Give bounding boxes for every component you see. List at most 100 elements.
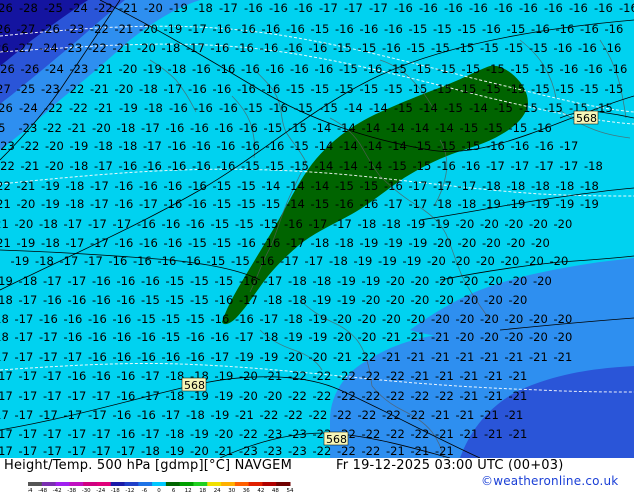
product-title: Height/Temp. 500 hPa [gdmp][°C] NAVGEM [4,458,293,473]
color-scale-swatch [138,482,153,486]
temperature-label: -16 [482,22,501,36]
temperature-label: -20 [427,254,446,268]
temperature-label: -19 [260,350,279,364]
temperature-label: -15 [360,179,379,193]
temperature-label: -17 [92,389,111,403]
temperature-label: -21 [460,369,479,383]
temperature-label: -23 [70,62,89,76]
temperature-label: -20 [456,330,475,344]
temperature-label: -18 [166,427,185,441]
temperature-label: -15 [409,82,428,96]
temperature-label: -16 [262,82,281,96]
valid-time: Fr 19-12-2025 03:00 UTC (00+03) [336,458,564,473]
temperature-label: -19 [0,274,13,288]
temperature-label: -14 [262,179,281,193]
temperature-label: -15 [188,236,207,250]
temperature-label: -20 [458,236,477,250]
temperature-label: -20 [480,330,499,344]
temperature-label: -23 [0,139,15,153]
temperature-label: -18 [70,159,89,173]
temperature-label: -15 [458,22,477,36]
temperature-label: -15 [484,121,503,135]
temperature-label: -18 [39,217,58,231]
temperature-label: -20 [460,293,479,307]
temperature-label: -19 [166,444,185,458]
temperature-label: -20 [139,22,158,36]
temperature-label: -17 [239,293,258,307]
temperature-label: -16 [117,293,136,307]
temperature-label: -17 [90,179,109,193]
temperature-label: -17 [344,1,363,15]
temperature-label: -18 [119,139,138,153]
temperature-label: -19 [580,197,599,211]
temperature-label: -15 [388,159,407,173]
temperature-label: -21 [480,408,499,422]
color-scale-swatch [83,482,98,486]
temperature-label: -17 [66,236,85,250]
temperature-label: -16 [117,369,136,383]
temperature-label: -23 [264,427,283,441]
temperature-label: -28 [19,1,38,15]
temperature-label: -22 [313,389,332,403]
temperature-label: -17 [305,254,324,268]
temperature-label: -20 [382,312,401,326]
temperature-label: -21 [431,350,450,364]
temperature-label: -20 [333,312,352,326]
temperature-label: -15 [462,139,481,153]
temperature-label: -15 [505,41,524,55]
temperature-label: -17 [264,274,283,288]
temperature-label: -15 [482,82,501,96]
temperature-label: -17 [19,427,38,441]
temperature-label: -19 [409,236,428,250]
temperature-label: -21 [484,369,503,383]
color-scale-swatch [179,482,194,486]
temperature-label: -20 [501,254,520,268]
temperature-label: -21 [456,350,475,364]
temperature-label: -20 [190,444,209,458]
temperature-label: -14 [364,159,383,173]
temperature-label: -17 [92,444,111,458]
temperature-label: -21 [17,179,36,193]
color-scale-swatch [276,482,291,486]
temperature-label: -15 [311,82,330,96]
temperature-label: -15 [294,101,313,115]
temperature-label: -17 [235,330,254,344]
temperature-label: -19 [211,408,230,422]
temperature-label: -19 [403,254,422,268]
temperature-label: -16 [113,350,132,364]
temperature-label: -16 [188,197,207,211]
temperature-label: -16 [190,121,209,135]
temperature-label: -22 [44,101,63,115]
temperature-label: -22 [358,350,377,364]
temperature-label: -17 [43,389,62,403]
temperature-label: -16 [262,22,281,36]
temperature-label: -15 [311,197,330,211]
color-scale-tick: -30 [82,488,91,492]
temperature-label: -18 [358,217,377,231]
color-scale-tick: -42 [53,488,62,492]
temperature-label: -20 [362,293,381,307]
temperature-label: -17 [43,427,62,441]
temperature-label: -21 [215,444,234,458]
temperature-label: -16 [143,159,162,173]
color-scale-swatch [69,482,84,486]
temperature-label: -15 [244,101,263,115]
temperature-label: -21 [411,369,430,383]
color-scale-tick: -12 [125,488,134,492]
temperature-label: -15 [433,22,452,36]
temperature-label: -20 [507,236,526,250]
temperature-label: -24 [19,101,38,115]
map-svg: -26-28-25-24-22-21-20-19-18-17-16-16-16-… [0,0,634,458]
temperature-label: -20 [431,312,450,326]
color-scale-swatch [165,482,181,486]
temperature-label: -16 [92,369,111,383]
temperature-label: -21 [431,408,450,422]
temperature-label: -18 [482,179,501,193]
temperature-label: -16 [237,22,256,36]
temperature-label: -22 [411,427,430,441]
temperature-label: -20 [358,312,377,326]
temperature-label: -17 [39,330,58,344]
temperature-label: -16 [115,236,134,250]
color-scale-tick: -24 [96,488,105,492]
color-scale-tick: 54 [287,488,294,492]
